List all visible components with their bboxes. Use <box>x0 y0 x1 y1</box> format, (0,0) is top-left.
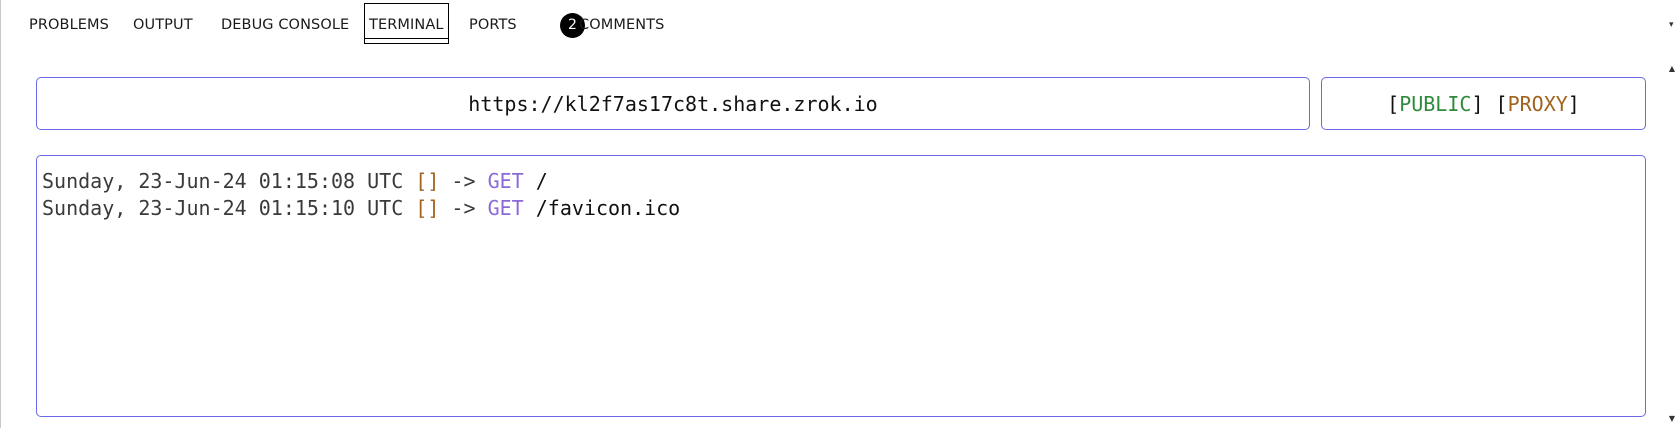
share-url-panel: https://kl2f7as17c8t.share.zrok.io <box>36 77 1310 130</box>
public-tag: PUBLIC <box>1399 91 1472 116</box>
log-entry: Sunday, 23-Jun-24 01:15:08 UTC [] -> GET… <box>42 168 1640 195</box>
log-arrow: -> <box>451 196 476 220</box>
log-path: /favicon.ico <box>535 196 681 220</box>
chevron-down-icon[interactable]: ▼ <box>1667 414 1677 424</box>
log-arrow: -> <box>451 169 476 193</box>
tab-debug-console[interactable]: DEBUG CONSOLE <box>221 17 349 33</box>
log-entry: Sunday, 23-Jun-24 01:15:10 UTC [] -> GET… <box>42 195 1640 222</box>
proxy-tag: PROXY <box>1507 91 1568 116</box>
log-timestamp: Sunday, 23-Jun-24 01:15:10 UTC <box>42 196 404 220</box>
chevron-up-icon[interactable]: ▲ <box>1667 64 1677 74</box>
mode-tag-close-bracket: ] <box>1471 91 1484 116</box>
panel-left-border <box>0 0 1 428</box>
panel-tab-bar: PROBLEMS OUTPUT DEBUG CONSOLE TERMINAL P… <box>0 0 1679 50</box>
request-log-panel[interactable]: Sunday, 23-Jun-24 01:15:08 UTC [] -> GET… <box>36 155 1646 417</box>
tab-output[interactable]: OUTPUT <box>133 17 193 33</box>
mode-tag-open-bracket: [ <box>1387 91 1400 116</box>
log-brackets: [] <box>415 169 440 193</box>
tab-problems[interactable]: PROBLEMS <box>29 17 109 33</box>
log-timestamp: Sunday, 23-Jun-24 01:15:08 UTC <box>42 169 404 193</box>
tab-comments[interactable]: COMMENTS <box>579 17 664 33</box>
chevron-down-icon[interactable]: ▾ <box>1669 20 1674 30</box>
tab-ports[interactable]: PORTS <box>469 17 517 33</box>
share-tags-panel: [PUBLIC] [PROXY] <box>1321 77 1646 130</box>
log-method: GET <box>487 169 524 193</box>
log-method: GET <box>487 196 524 220</box>
share-url[interactable]: https://kl2f7as17c8t.share.zrok.io <box>468 92 877 116</box>
backend-tag-open-bracket: [ <box>1495 91 1508 116</box>
tab-terminal[interactable]: TERMINAL <box>364 3 449 44</box>
log-brackets: [] <box>415 196 440 220</box>
backend-tag-close-bracket: ] <box>1567 91 1580 116</box>
log-path: / <box>535 169 548 193</box>
